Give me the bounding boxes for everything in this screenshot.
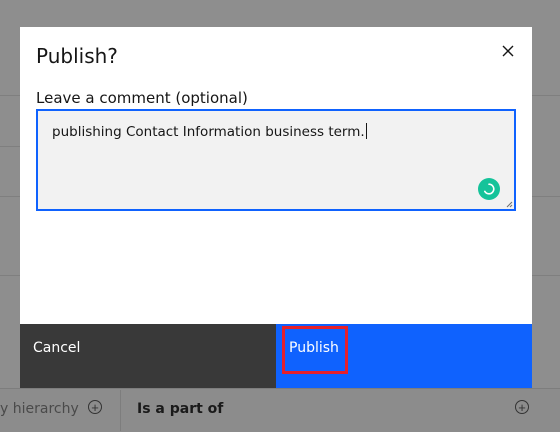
- background-divider: [0, 95, 20, 96]
- add-icon[interactable]: +: [88, 400, 102, 414]
- column-separator: [120, 390, 121, 431]
- close-button[interactable]: [498, 41, 518, 61]
- publish-button[interactable]: Publish: [276, 324, 532, 388]
- background-divider: [0, 275, 20, 276]
- text-cursor: [365, 123, 367, 139]
- dialog-footer: Cancel Publish: [20, 324, 532, 388]
- relationships-bar: [0, 388, 560, 432]
- comment-value: publishing Contact Information business …: [52, 124, 365, 140]
- background-divider: [532, 95, 560, 96]
- background-divider: [532, 196, 560, 197]
- background-divider: [0, 196, 20, 197]
- is-part-of-label: Is a part of: [137, 401, 224, 417]
- resize-handle-icon[interactable]: [505, 200, 513, 208]
- cancel-label: Cancel: [33, 340, 81, 356]
- publish-dialog: Publish? Leave a comment (optional) publ…: [20, 27, 532, 388]
- comment-label: Leave a comment (optional): [36, 89, 248, 107]
- background-divider: [532, 275, 560, 276]
- dialog-title: Publish?: [36, 44, 118, 68]
- writing-assistant-icon[interactable]: [478, 178, 500, 200]
- comment-text: publishing Contact Information business …: [52, 123, 367, 140]
- add-icon[interactable]: +: [515, 400, 529, 414]
- background-divider: [0, 146, 20, 147]
- close-icon: [502, 45, 514, 57]
- hierarchy-label: y hierarchy: [0, 401, 79, 417]
- comment-textarea[interactable]: publishing Contact Information business …: [36, 109, 516, 211]
- cancel-button[interactable]: Cancel: [20, 324, 276, 388]
- spinner-icon: [484, 183, 495, 195]
- publish-label: Publish: [289, 340, 339, 356]
